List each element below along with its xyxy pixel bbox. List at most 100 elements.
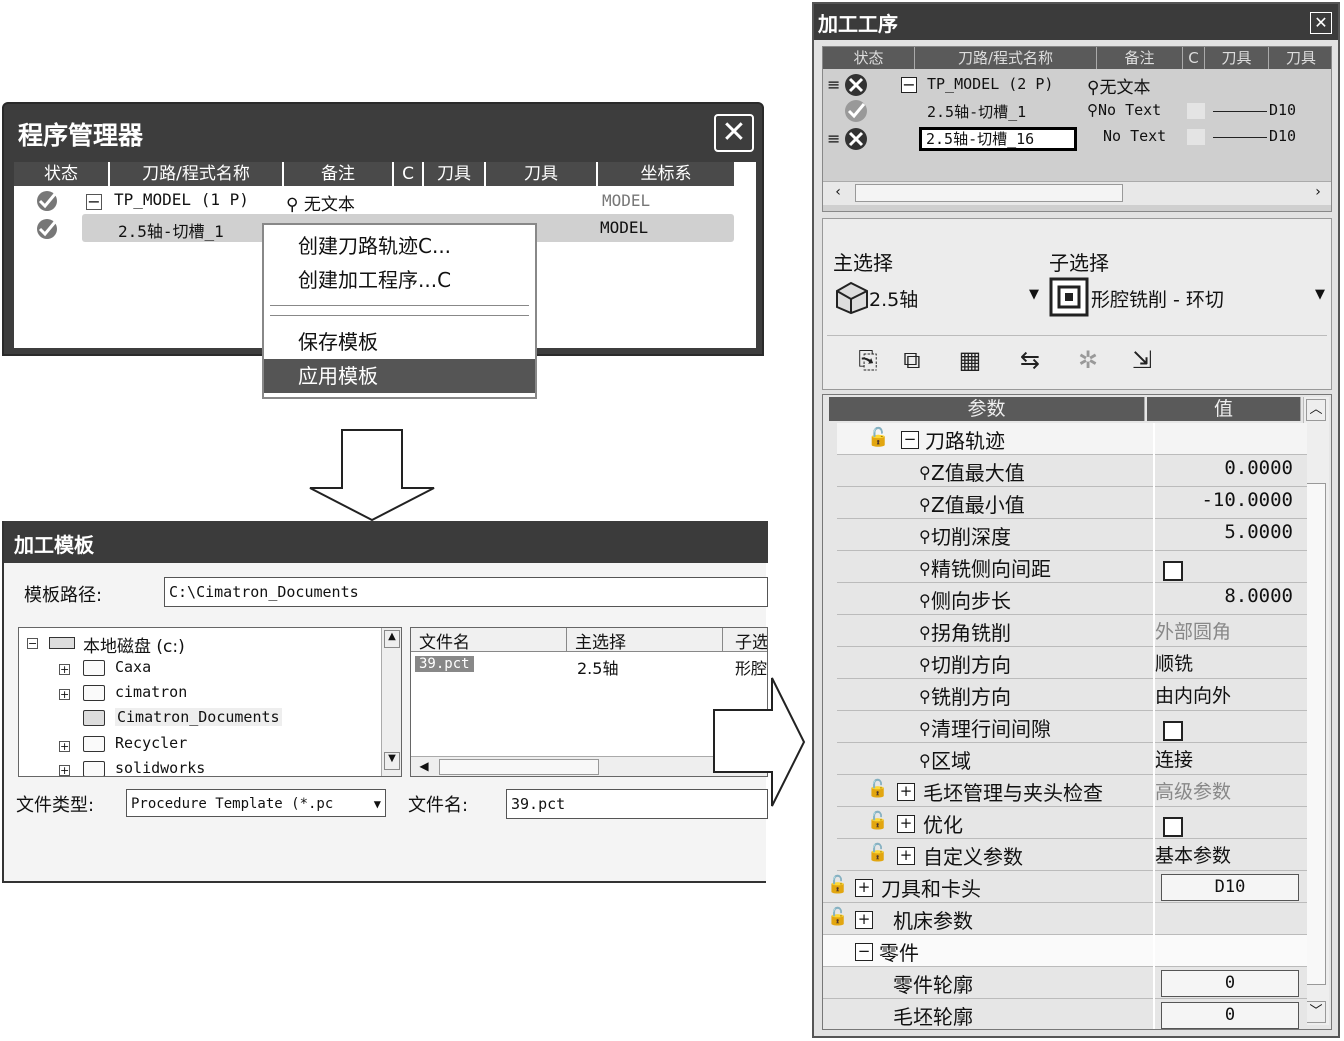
checkbox[interactable] — [1163, 817, 1183, 837]
main-select-value[interactable]: 2.5轴 — [869, 285, 918, 312]
file-row-name[interactable]: 39.pct — [415, 656, 474, 672]
col-tool[interactable]: 刀具 — [424, 162, 486, 186]
part-contour-button[interactable]: 0 — [1161, 970, 1299, 997]
collapse-icon[interactable]: − — [901, 77, 917, 93]
param-value[interactable]: 由内向外 — [1155, 681, 1307, 708]
param-value[interactable]: 基本参数 — [1155, 841, 1307, 868]
col-tool[interactable]: 刀具 — [1205, 47, 1269, 69]
col-name[interactable]: 刀路/程式名称 — [110, 162, 284, 186]
checkbox[interactable] — [1163, 721, 1183, 741]
scroll-up-icon[interactable]: ︿ — [1306, 399, 1326, 421]
col-sub-select[interactable]: 子选 — [723, 628, 767, 653]
scroll-left-icon[interactable]: ‹ — [827, 184, 849, 202]
tree-item-caxa[interactable]: Caxa — [115, 658, 151, 676]
program-name[interactable]: TP_MODEL (2 P) — [927, 75, 1053, 93]
scroll-thumb[interactable] — [855, 184, 1123, 202]
menu-save-template[interactable]: 保存模板 — [264, 325, 535, 359]
close-icon[interactable]: ✕ — [1310, 12, 1332, 34]
scroll-down-icon[interactable]: ﹀ — [1306, 1001, 1326, 1023]
param-row-mill-direction[interactable]: ⚲ 铣削方向 由内向外 — [837, 679, 1307, 711]
tree-item-recycler[interactable]: Recycler — [115, 734, 187, 752]
tree-item-cimatron-documents[interactable]: Cimatron_Documents — [115, 708, 282, 726]
col-value[interactable]: 值 — [1147, 397, 1301, 421]
collapse-icon[interactable]: − — [27, 638, 38, 649]
expand-icon[interactable]: + — [897, 847, 915, 865]
col-main-select[interactable]: 主选择 — [567, 628, 723, 653]
new-procedure-icon[interactable]: ⎘ — [851, 343, 885, 377]
param-row-custom[interactable]: 🔓 + 自定义参数 基本参数 — [837, 839, 1307, 871]
param-row-corner[interactable]: ⚲ 拐角铣削 外部圆角 — [837, 615, 1307, 647]
run-icon[interactable]: ✲ — [1071, 343, 1105, 377]
horizontal-scrollbar[interactable]: ‹ › — [823, 181, 1331, 205]
param-row-zmin[interactable]: ⚲ Z值最小值 -10.0000 — [837, 487, 1307, 519]
scroll-right-icon[interactable]: › — [1307, 184, 1329, 202]
expand-icon[interactable]: + — [59, 689, 70, 700]
scroll-up-icon[interactable]: ▲ — [384, 630, 400, 648]
expand-icon[interactable]: + — [897, 783, 915, 801]
menu-create-toolpath[interactable]: 创建刀路轨迹C... — [264, 229, 535, 263]
param-value[interactable]: -10.0000 — [1155, 489, 1307, 511]
chevron-down-icon[interactable]: ▼ — [374, 790, 381, 818]
tree-item-solidworks[interactable]: solidworks — [115, 759, 205, 776]
param-row-machine[interactable]: 🔓 + 机床参数 — [823, 903, 1307, 935]
file-type-select[interactable]: Procedure Template (*.pc ▼ — [126, 789, 386, 817]
close-icon[interactable]: ✕ — [714, 114, 754, 152]
vertical-scrollbar[interactable]: ▲ ▼ — [381, 628, 401, 776]
param-row-zmax[interactable]: ⚲ Z值最大值 0.0000 — [837, 455, 1307, 487]
drag-handle-icon[interactable]: ≡ — [827, 129, 840, 148]
collapse-icon[interactable]: − — [855, 943, 873, 961]
col-note[interactable]: 备注 — [1097, 47, 1183, 69]
tree-root[interactable]: 本地磁盘 (c:) — [83, 632, 185, 657]
menu-apply-template[interactable]: 应用模板 — [264, 359, 535, 393]
col-tool-2[interactable]: 刀具 — [1269, 47, 1331, 69]
exit-icon[interactable]: ⇲ — [1125, 343, 1159, 377]
collapse-icon[interactable]: − — [86, 194, 102, 210]
col-c[interactable]: C — [394, 162, 424, 186]
path-input[interactable]: C:\Cimatron_Documents — [164, 577, 768, 607]
param-value[interactable]: 外部圆角 — [1155, 617, 1307, 644]
col-filename[interactable]: 文件名 — [411, 628, 567, 653]
checkbox[interactable] — [1163, 561, 1183, 581]
expand-icon[interactable]: + — [855, 879, 873, 897]
param-value[interactable]: 8.0000 — [1155, 585, 1307, 607]
copy-procedure-icon[interactable]: ⧉ — [895, 343, 929, 377]
param-value[interactable]: 连接 — [1155, 745, 1307, 772]
scroll-down-icon[interactable]: ▼ — [384, 752, 400, 770]
tree-item-cimatron[interactable]: cimatron — [115, 683, 187, 701]
param-row-finish-side[interactable]: ⚲ 精铣侧向间距 — [837, 551, 1307, 583]
param-value[interactable]: 顺铣 — [1155, 649, 1307, 676]
program-name[interactable]: TP_MODEL (1 P) — [114, 190, 249, 209]
menu-create-procedure[interactable]: 创建加工程序...C — [264, 263, 535, 297]
save-icon[interactable]: ▦ — [953, 343, 987, 377]
drag-handle-icon[interactable]: ≡ — [827, 75, 840, 94]
col-c[interactable]: C — [1183, 47, 1205, 69]
param-row-side-step[interactable]: ⚲ 侧向步长 8.0000 — [837, 583, 1307, 615]
col-param[interactable]: 参数 — [829, 397, 1145, 421]
param-row-cut-depth[interactable]: ⚲ 切削深度 5.0000 — [837, 519, 1307, 551]
c-checkbox[interactable] — [1187, 103, 1205, 119]
param-row-toolpath[interactable]: 🔓 − 刀路轨迹 — [837, 423, 1307, 455]
col-note[interactable]: 备注 — [284, 162, 394, 186]
param-value[interactable]: 0.0000 — [1155, 457, 1307, 479]
procedure-name[interactable]: 2.5轴-切槽_1 — [118, 218, 224, 242]
param-row-stock-contour[interactable]: 毛坯轮廓 0 — [823, 999, 1307, 1029]
stock-contour-button[interactable]: 0 — [1161, 1002, 1299, 1029]
param-row-optimize[interactable]: 🔓 + 优化 — [837, 807, 1307, 839]
c-checkbox[interactable] — [1187, 129, 1205, 145]
param-row-cut-direction[interactable]: ⚲ 切削方向 顺铣 — [837, 647, 1307, 679]
param-row-clean-gap[interactable]: ⚲ 清理行间间隙 — [837, 711, 1307, 743]
param-value[interactable]: 高级参数 — [1155, 777, 1307, 804]
expand-icon[interactable]: + — [59, 765, 70, 776]
col-coord[interactable]: 坐标系 — [598, 162, 734, 186]
scroll-left-icon[interactable]: ◀ — [415, 759, 433, 775]
col-tool-2[interactable]: 刀具 — [486, 162, 598, 186]
col-status[interactable]: 状态 — [14, 162, 110, 186]
sub-select-value[interactable]: 形腔铣削 - 环切 — [1091, 285, 1224, 312]
chevron-down-icon[interactable]: ▼ — [1315, 287, 1325, 302]
chevron-down-icon[interactable]: ▼ — [1029, 287, 1039, 302]
procedure-name[interactable]: 2.5轴-切槽_1 — [927, 101, 1026, 122]
param-row-tool-holder[interactable]: 🔓 + 刀具和卡头 D10 — [823, 871, 1307, 903]
expand-icon[interactable]: + — [59, 741, 70, 752]
param-row-region[interactable]: ⚲ 区域 连接 — [837, 743, 1307, 775]
param-row-part-contour[interactable]: 零件轮廓 0 — [823, 967, 1307, 999]
